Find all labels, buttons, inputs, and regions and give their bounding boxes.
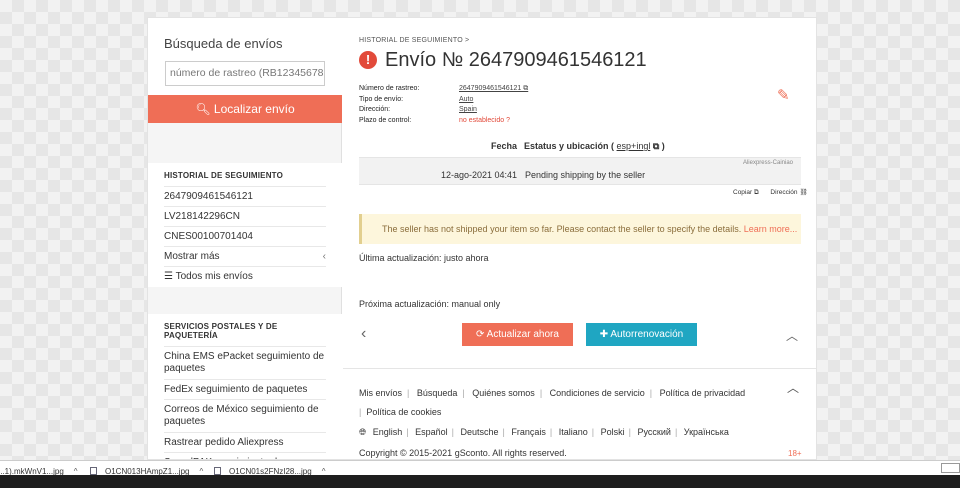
warning-text: The seller has not shipped your item so … [382, 224, 744, 234]
main-content: HISTORIAL DE SEGUIMIENTO > ! Envío № 264… [343, 18, 816, 459]
services-heading: SERVICIOS POSTALES Y DE PAQUETERÍA [164, 322, 278, 340]
history-heading: HISTORIAL DE SEGUIMIENTO [164, 171, 284, 180]
sidebar: Búsqueda de envíos número de rastreo (RB… [148, 18, 342, 459]
column-date-header: Fecha [491, 141, 518, 151]
event-actions: Copiar ⧉ Dirección ⛓ [723, 188, 808, 197]
show-all-downloads-button[interactable] [941, 463, 960, 473]
copy-link[interactable]: Copiar ⧉ [733, 189, 759, 196]
footer-links: Mis envíos | Búsqueda | Quiénes somos | Con… [359, 388, 746, 417]
shipment-meta: Número de rastreo: 2647909461546121 ⧉ Ti… [359, 85, 559, 127]
show-more-link[interactable]: Mostrar más ‹ [164, 246, 326, 266]
chevron-up-icon[interactable]: ︿ [787, 379, 799, 396]
globe-icon: 🌐︎ [359, 427, 367, 437]
all-shipments-link[interactable]: ☰ Todos mis envíos [164, 266, 326, 286]
chevron-left-icon: ‹ [322, 251, 326, 262]
history-item[interactable]: 2647909461546121 [164, 186, 326, 206]
shipment-type-value[interactable]: Auto [459, 96, 473, 103]
file-icon [90, 467, 97, 475]
search-panel: Búsqueda de envíos número de rastreo (RB… [148, 18, 342, 123]
event-status: Pending shipping by the seller [525, 170, 646, 180]
pencil-icon[interactable]: ✎ [777, 86, 790, 104]
history-item[interactable]: CNES00100701404 [164, 226, 326, 246]
search-title: Búsqueda de envíos [164, 36, 283, 51]
service-link[interactable]: Rastrear pedido Aliexpress [164, 432, 326, 452]
language-option[interactable]: Español [415, 427, 448, 437]
event-date: 12-ago-2021 04:41 [441, 170, 518, 180]
chevron-up-icon[interactable]: ︿ [786, 327, 798, 344]
language-option[interactable]: Deutsche [461, 427, 499, 437]
language-option[interactable]: English [373, 427, 403, 437]
taskbar [0, 475, 960, 488]
downloads-bar: ...1).mkWnV1...jpg ^ O1CN013HAmpZ1...jpg ^… [0, 460, 960, 488]
service-link[interactable]: SpeedPAK seguimiento de paquetes [164, 452, 326, 459]
plus-icon: ✚ [599, 329, 609, 340]
footer-link[interactable]: Política de cookies [366, 407, 441, 417]
language-option[interactable]: Polski [601, 427, 625, 437]
search-icon: 🔍︎ [195, 102, 211, 116]
refresh-now-button[interactable]: ⟳ Actualizar ahora [462, 323, 573, 346]
next-update: Próxima actualización: manual only [359, 299, 501, 309]
auto-renew-label: Autorrenovación [610, 329, 684, 340]
divider [343, 368, 816, 369]
status-header-label: Estatus y ubicación ( [524, 141, 615, 151]
last-update: Última actualización: justo ahora [359, 253, 489, 263]
copyright: Copyright © 2015-2021 gSconto. All right… [359, 448, 567, 458]
language-option[interactable]: Italiano [559, 427, 588, 437]
file-icon [214, 467, 221, 475]
page-title: Envío № 2647909461546121 [385, 49, 647, 71]
footer-link[interactable]: Condiciones de servicio [550, 388, 645, 398]
history-item[interactable]: LV218142296CN [164, 206, 326, 226]
control-deadline-value[interactable]: no establecido ? [459, 117, 510, 124]
tracking-number-input[interactable]: número de rastreo (RB1234567890 [165, 61, 325, 86]
direction-link[interactable]: Dirección ⛓ [770, 189, 807, 196]
show-more-label: Mostrar más [164, 251, 220, 262]
footer-link[interactable]: Mis envíos [359, 388, 402, 398]
meta-key: Plazo de control: [359, 116, 412, 124]
list-icon: ☰ [164, 271, 173, 282]
column-status-header: Estatus y ubicación ( esp+ingl ⧉ ) [524, 141, 665, 152]
refresh-now-label: Actualizar ahora [486, 329, 559, 340]
language-option[interactable]: Français [511, 427, 546, 437]
language-selector: 🌐︎ English | Español | Deutsche | Français |… [359, 427, 729, 437]
services-section: SERVICIOS POSTALES Y DE PAQUETERÍA China… [148, 314, 342, 459]
language-option[interactable]: Українська [684, 427, 729, 437]
meta-key: Número de rastreo: [359, 85, 420, 92]
footer-link[interactable]: Política de privacidad [660, 388, 746, 398]
event-source: Aliexpress-Cainiao [742, 160, 793, 166]
breadcrumb[interactable]: HISTORIAL DE SEGUIMIENTO > [359, 37, 469, 44]
direction-value[interactable]: Spain [459, 106, 477, 113]
language-option[interactable]: Русский [638, 427, 671, 437]
service-link[interactable]: FedEx seguimiento de paquetes [164, 379, 326, 399]
footer-link[interactable]: Quiénes somos [472, 388, 535, 398]
tracking-event-row: Aliexpress-Cainiao 12-ago-2021 04:41 Pen… [359, 157, 801, 185]
locate-shipment-button[interactable]: 🔍︎ Localizar envío [148, 95, 342, 123]
translation-toggle[interactable]: esp+ingl [617, 141, 651, 151]
tracking-number-value[interactable]: 2647909461546121 ⧉ [459, 85, 528, 93]
service-link[interactable]: Correos de México seguimiento de paquete… [164, 399, 326, 432]
status-header-close: ⧉ ) [652, 141, 665, 151]
warning-banner: The seller has not shipped your item so … [359, 214, 801, 244]
exclamation-circle-icon: ! [359, 51, 377, 69]
refresh-icon: ⟳ [476, 329, 485, 340]
all-shipments-label: Todos mis envíos [175, 271, 253, 282]
age-badge: 18+ [788, 449, 802, 458]
auto-renew-button[interactable]: ✚ Autorrenovación [586, 323, 697, 346]
learn-more-link[interactable]: Learn more... [744, 224, 798, 234]
footer-link[interactable]: Búsqueda [417, 388, 458, 398]
page-container: Búsqueda de envíos número de rastreo (RB… [147, 17, 817, 460]
history-section: HISTORIAL DE SEGUIMIENTO 264790946154612… [148, 163, 342, 287]
meta-key: Dirección: [359, 106, 391, 113]
locate-shipment-label: Localizar envío [213, 102, 295, 116]
chevron-left-icon[interactable]: ‹ [361, 325, 366, 343]
meta-key: Tipo de envío: [359, 95, 404, 103]
service-link[interactable]: China EMS ePacket seguimiento de paquete… [164, 346, 326, 379]
